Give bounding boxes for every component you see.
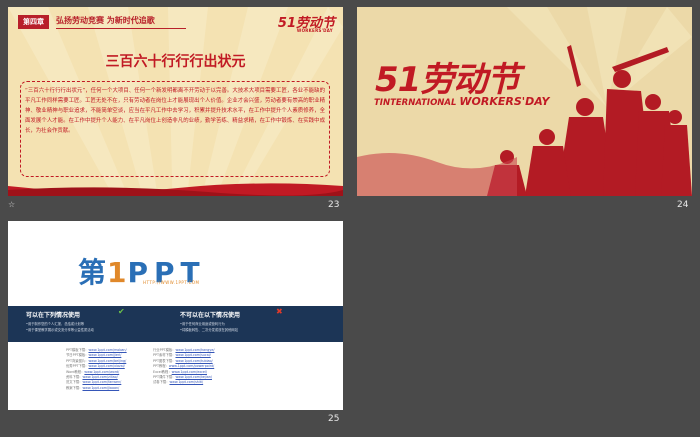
- cannot-use-item: •将模板转售、二次分发或放在其他网站: [180, 328, 238, 332]
- can-use-list: •用于制作您的个人汇报、总结或计划等 •用于课堂教学展示或交流分享等公益性质活动: [26, 321, 94, 333]
- festival-title: 51劳动节: [375, 60, 520, 100]
- resource-link-label: PPT模板下载：: [66, 348, 89, 352]
- festival-subtitle: TINTERNATIONAL WORKERS'DAY: [374, 95, 549, 108]
- resource-link-label: 试卷下载：: [153, 380, 170, 385]
- chapter-badge: 第四章: [18, 15, 49, 29]
- festival-subtitle-right: WORKERS'DAY: [459, 95, 550, 108]
- resource-link[interactable]: www.1ppt.com/kejian/: [175, 375, 211, 379]
- resource-link[interactable]: www.1ppt.com/shiti/: [169, 380, 203, 384]
- can-use-heading: 可以在下列情况使用: [26, 312, 81, 319]
- slide-body-text: “三百六十行行行出状元”，任何一个大项目、任何一个新发明都离不开劳动于以完善。大…: [25, 88, 325, 134]
- slide-title: 三百六十行行行出状元: [105, 54, 246, 70]
- links-right-column: 行业PPT模板：www.1ppt.com/hangye/PPT素材下载：www.…: [153, 348, 214, 386]
- resource-link-label: PPT素材下载：: [153, 353, 176, 358]
- resource-link-label: PPT图表下载：: [153, 358, 176, 363]
- check-icon: ✔: [118, 307, 125, 316]
- resource-link-label: PPT教程：: [153, 364, 169, 369]
- slide-thumbnail-24[interactable]: 51劳动节 TINTERNATIONAL WORKERS'DAY: [357, 7, 692, 196]
- cross-icon: ✖: [276, 307, 283, 316]
- slide-number: 23: [328, 200, 340, 210]
- resource-link[interactable]: www.1ppt.com/tubiao/: [175, 359, 212, 363]
- resource-link[interactable]: www.1ppt.com/excel/: [172, 370, 207, 374]
- resource-link-label: Word教程：: [66, 369, 85, 374]
- festival-subtitle-left: TINTERNATIONAL: [374, 98, 457, 108]
- resource-link-label: 教案下载：: [66, 385, 83, 390]
- resource-link-label: 范文下载：: [66, 380, 83, 385]
- resource-link-row: 试卷下载：www.1ppt.com/shiti/: [153, 380, 214, 385]
- brand-subtitle: WORKERS'DAY: [296, 28, 333, 33]
- slide-number: 24: [677, 200, 689, 210]
- logo-part-1: 第: [78, 256, 108, 289]
- resource-link[interactable]: www.1ppt.com/ziliao/: [82, 375, 117, 379]
- slide-thumbnail-23[interactable]: 第四章 弘扬劳动竞赛 为新时代追歌 51劳动节 WORKERS'DAY 三百六十…: [8, 7, 343, 196]
- resource-link-label: 资料下载：: [66, 375, 83, 380]
- resource-link-label: PPT背景图片：: [66, 358, 89, 363]
- slide-star-icon[interactable]: ☆: [8, 200, 15, 209]
- resource-link-label: PPT课件下载：: [153, 375, 176, 380]
- slide-thumbnail-25[interactable]: 第1PPT HTTP://WWW.1PPT.COM 可以在下列情况使用 ✔ 不可…: [8, 221, 343, 410]
- cannot-use-heading: 不可以在以下情况使用: [180, 312, 241, 319]
- red-ribbon-decoration: [8, 183, 343, 196]
- logo-url: HTTP://WWW.1PPT.COM: [143, 280, 200, 285]
- resource-link-label: 优秀PPT下载：: [66, 364, 89, 369]
- cannot-use-list: •用于任何商业用途或营利行为 •将模板转售、二次分发或放在其他网站: [180, 321, 238, 333]
- links-left-column: PPT模板下载：www.1ppt.com/moban/节日PPT模板：www.1…: [66, 348, 127, 391]
- resource-link[interactable]: www.1ppt.com/jieri/: [88, 353, 121, 357]
- resource-link[interactable]: www.1ppt.com/jiaoan/: [82, 386, 119, 390]
- chapter-title: 弘扬劳动竞赛 为新时代追歌: [56, 15, 186, 29]
- can-use-item: •用于课堂教学展示或交流分享等公益性质活动: [26, 328, 94, 332]
- resource-link-label: Excel教程：: [153, 369, 172, 374]
- resource-link[interactable]: www.1ppt.com/word/: [84, 370, 119, 374]
- resource-link[interactable]: www.1ppt.com/hangye/: [175, 348, 214, 352]
- resource-link-row: 教案下载：www.1ppt.com/jiaoan/: [66, 386, 127, 391]
- resource-link[interactable]: www.1ppt.com/fanwen/: [82, 380, 121, 384]
- logo-part-2: 1: [107, 256, 128, 289]
- resource-link-label: 行业PPT模板：: [153, 348, 176, 352]
- resource-link[interactable]: www.1ppt.com/powerpoint/: [169, 364, 214, 368]
- resource-link[interactable]: www.1ppt.com/xiazai/: [88, 364, 124, 368]
- slide-number: 25: [328, 414, 340, 424]
- 1ppt-logo: 第1PPT: [78, 251, 206, 291]
- resource-link-label: 节日PPT模板：: [66, 353, 89, 358]
- resource-link[interactable]: www.1ppt.com/beijing/: [88, 359, 126, 363]
- resource-link[interactable]: www.1ppt.com/moban/: [88, 348, 126, 352]
- resource-link[interactable]: www.1ppt.com/sucai/: [175, 353, 210, 357]
